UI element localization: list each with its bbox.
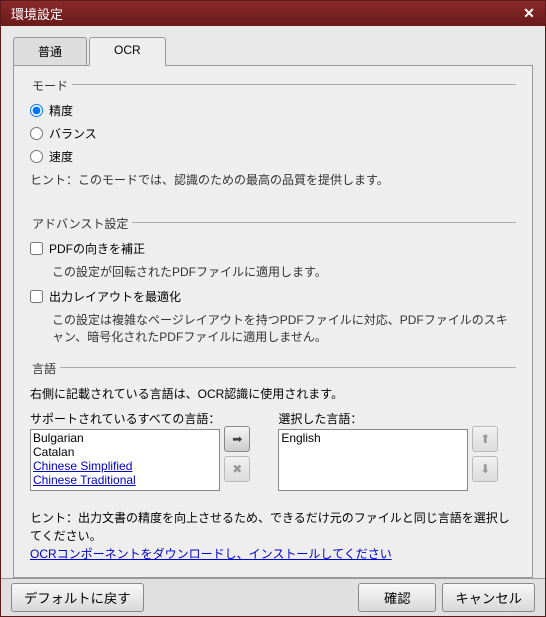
pdf-rotate-hint: この設定が回転されたPDFファイルに適用します。 [52, 263, 516, 280]
mode-speed-row[interactable]: 速度 [30, 148, 516, 165]
layout-hint: この設定は複雑なページレイアウトを持つPDFファイルに対応、PDFファイルのスキ… [52, 311, 516, 345]
tab-bar: 普通 OCR [13, 36, 533, 65]
mode-balance-row[interactable]: バランス [30, 125, 516, 142]
layout-checkbox[interactable] [30, 290, 43, 303]
selected-label: 選択した言語： [278, 410, 468, 427]
advanced-fieldset: アドバンスト設定 PDFの向きを補正 この設定が回転されたPDFファイルに適用し… [30, 222, 516, 345]
list-item[interactable]: English [281, 431, 465, 445]
mode-balance-radio[interactable] [30, 127, 43, 140]
supported-label: サポートされているすべての言語： [30, 410, 220, 427]
mode-accuracy-label: 精度 [49, 102, 73, 119]
cancel-button[interactable]: キャンセル [442, 583, 535, 612]
layout-label: 出力レイアウトを最適化 [49, 288, 181, 305]
mode-legend: モード [28, 77, 72, 94]
restore-defaults-button[interactable]: デフォルトに戻す [11, 583, 144, 612]
tab-panel-ocr: モード 精度 バランス 速度 ヒント：このモードでは、認識のための最高の品質を提 [13, 65, 533, 578]
list-item[interactable]: Bulgarian [33, 431, 217, 445]
language-bottom-hint: ヒント：出力文書の精度を向上させるため、できるだけ元のファイルと同じ言語を選択し… [30, 509, 516, 545]
arrow-up-icon: ⬆ [480, 432, 490, 446]
supported-listbox[interactable]: Bulgarian Catalan Chinese Simplified Chi… [30, 429, 220, 491]
mode-accuracy-row[interactable]: 精度 [30, 102, 516, 119]
mode-fieldset: モード 精度 バランス 速度 ヒント：このモードでは、認識のための最高の品質を提 [30, 84, 516, 188]
window-title: 環境設定 [11, 4, 63, 23]
list-item[interactable]: Chinese Simplified [33, 459, 217, 473]
mode-accuracy-radio[interactable] [30, 104, 43, 117]
arrow-right-icon: ➡ [232, 432, 242, 446]
remove-language-button[interactable]: ✖ [224, 456, 250, 482]
pdf-rotate-row[interactable]: PDFの向きを補正 [30, 240, 516, 257]
selected-listbox[interactable]: English [278, 429, 468, 491]
language-fieldset: 言語 右側に記載されている言語は、OCR認識に使用されます。 サポートされている… [30, 367, 516, 563]
pdf-rotate-checkbox[interactable] [30, 242, 43, 255]
mode-hint: ヒント：このモードでは、認識のための最高の品質を提供します。 [30, 171, 516, 188]
download-ocr-link[interactable]: OCRコンポーネントをダウンロードし、インストールしてください [30, 547, 392, 561]
ok-button[interactable]: 確認 [358, 583, 436, 612]
tab-normal[interactable]: 普通 [13, 37, 87, 66]
arrow-down-icon: ⬇ [480, 462, 490, 476]
mode-balance-label: バランス [49, 125, 97, 142]
language-desc: 右側に記載されている言語は、OCR認識に使用されます。 [30, 385, 516, 402]
close-icon: ✕ [523, 5, 535, 22]
footer: デフォルトに戻す 確認 キャンセル [1, 578, 545, 616]
advanced-legend: アドバンスト設定 [28, 215, 132, 232]
move-up-button[interactable]: ⬆ [472, 426, 498, 452]
close-button[interactable]: ✕ [519, 4, 539, 24]
list-item[interactable]: Catalan [33, 445, 217, 459]
add-language-button[interactable]: ➡ [224, 426, 250, 452]
layout-row[interactable]: 出力レイアウトを最適化 [30, 288, 516, 305]
move-down-button[interactable]: ⬇ [472, 456, 498, 482]
mode-speed-label: 速度 [49, 148, 73, 165]
list-item[interactable]: Chinese Traditional [33, 473, 217, 487]
pdf-rotate-label: PDFの向きを補正 [49, 240, 145, 257]
tab-ocr[interactable]: OCR [89, 37, 166, 66]
language-legend: 言語 [28, 360, 60, 377]
remove-icon: ✖ [232, 462, 242, 476]
title-bar: 環境設定 ✕ [1, 1, 545, 26]
mode-speed-radio[interactable] [30, 150, 43, 163]
